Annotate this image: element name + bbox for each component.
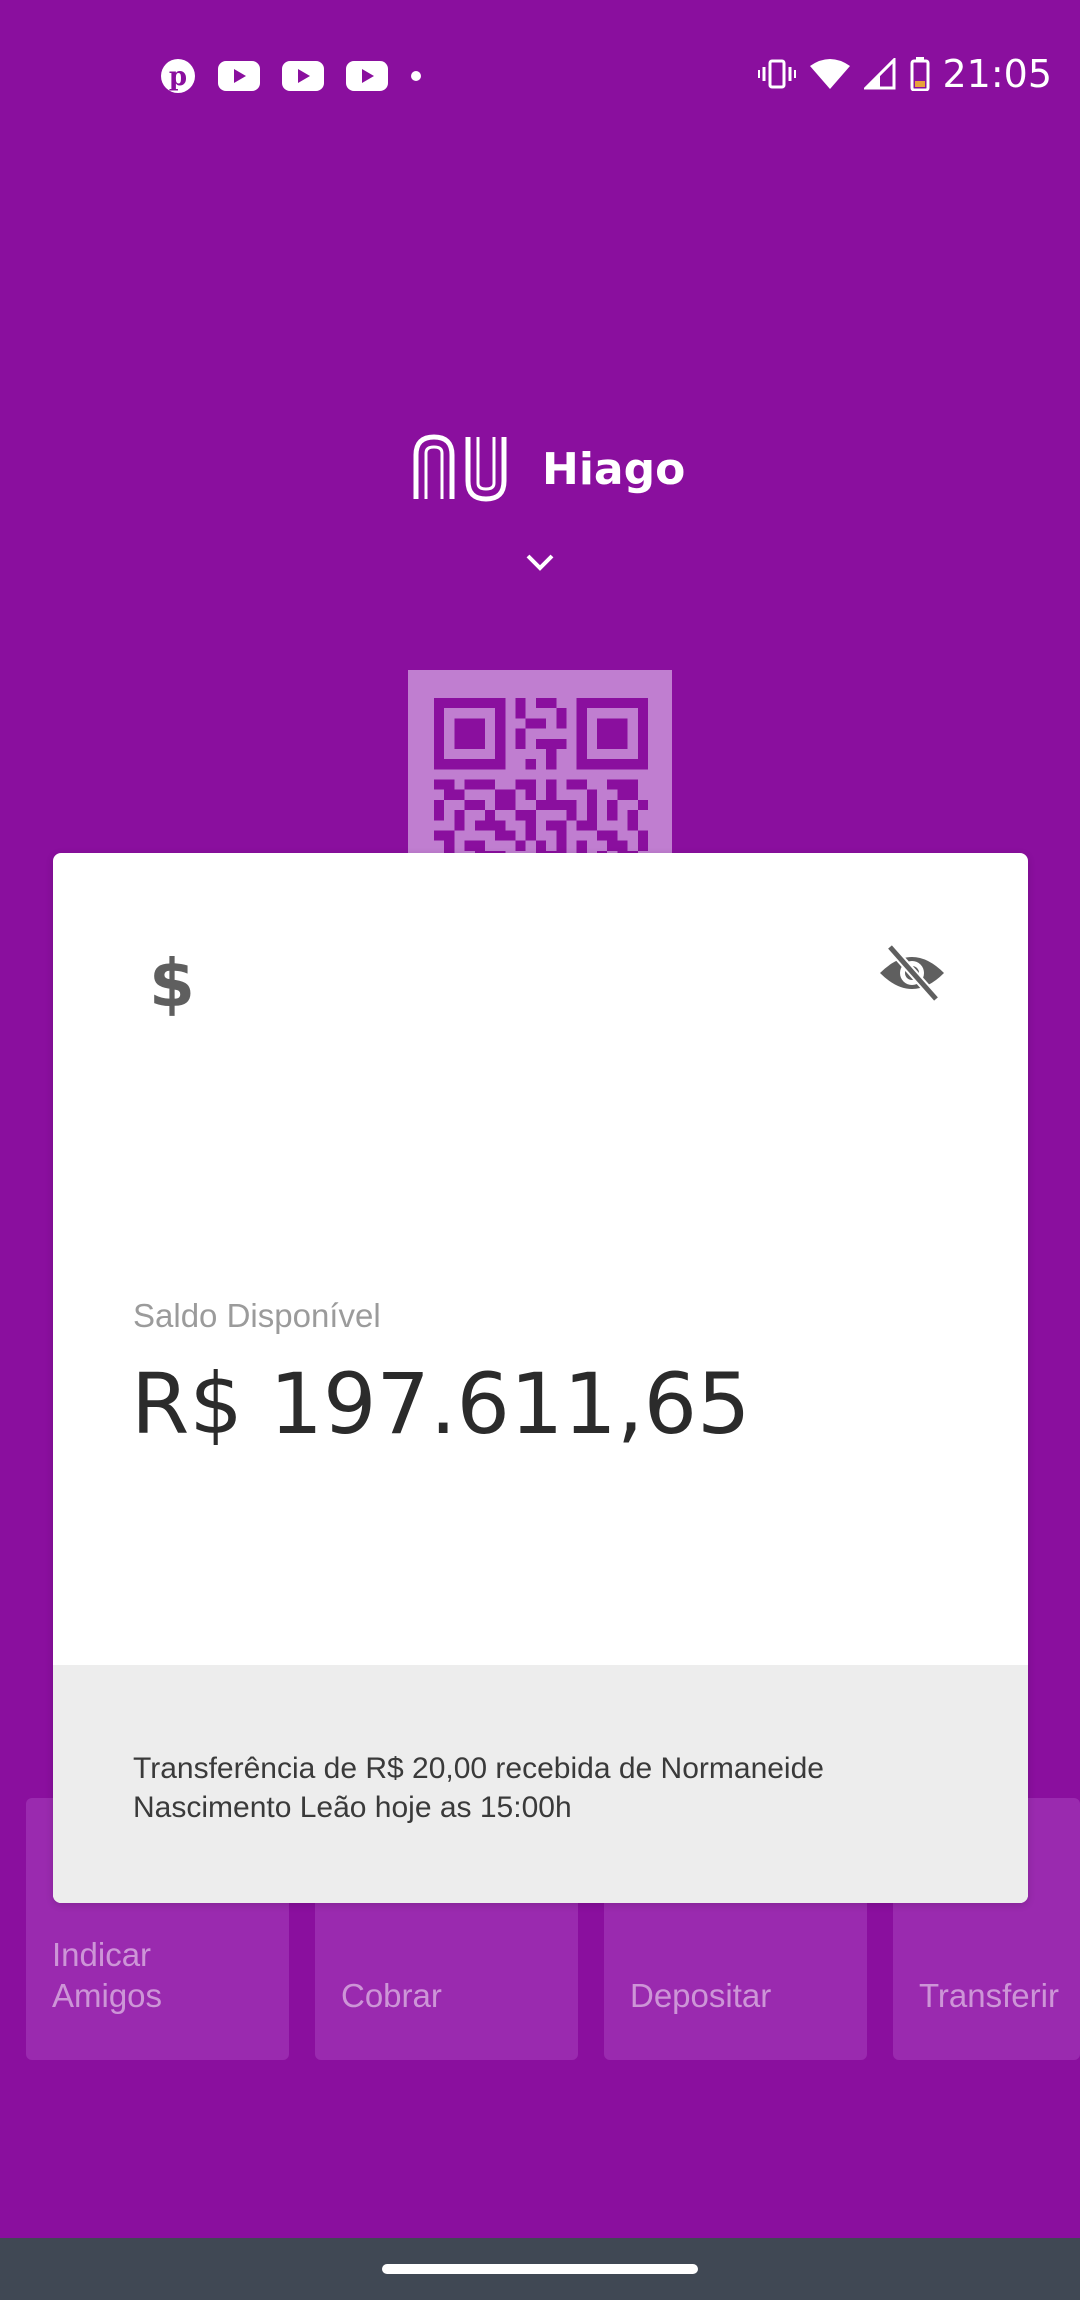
youtube-icon — [218, 61, 260, 91]
card-footer[interactable]: Transferência de R$ 20,00 recebida de No… — [53, 1665, 1028, 1903]
status-bar: p 21:05 — [0, 0, 1080, 160]
dot-icon — [410, 70, 422, 82]
signal-icon — [864, 58, 896, 90]
wifi-icon — [810, 58, 851, 90]
shortcut-label: Transferir — [919, 1977, 1059, 2014]
shortcut-label: Cobrar — [341, 1977, 442, 2014]
battery-icon — [910, 57, 930, 91]
account-header[interactable]: Hiago — [410, 425, 685, 514]
notification-icons: p — [160, 58, 444, 94]
shortcut-label: Depositar — [630, 1977, 772, 2014]
balance-label: Saldo Disponível — [133, 1297, 381, 1334]
youtube-icon — [282, 61, 324, 91]
eye-off-icon[interactable] — [876, 943, 948, 1008]
user-name: Hiago — [542, 444, 686, 495]
last-transaction-message: Transferência de R$ 20,00 recebida de No… — [133, 1752, 824, 1824]
shortcut-label: Indicar Amigos — [52, 1936, 163, 2014]
svg-text:p: p — [169, 62, 187, 92]
chevron-down-icon[interactable] — [522, 550, 558, 579]
clock: 21:05 — [942, 52, 1052, 96]
youtube-icon — [346, 61, 388, 91]
system-icons: 21:05 — [744, 52, 1052, 96]
nubank-logo-icon — [410, 425, 520, 514]
balance-value: R$ 197.611,65 — [131, 1355, 751, 1453]
home-indicator[interactable] — [382, 2264, 698, 2274]
vibrate-icon — [758, 58, 797, 90]
dollar-icon: $ — [149, 945, 195, 1022]
navigation-bar — [0, 2238, 1080, 2300]
qr-code[interactable] — [408, 670, 672, 870]
balance-card[interactable]: $ Saldo Disponível R$ 197.611,65 Transfe… — [53, 853, 1028, 1903]
pinterest-icon: p — [160, 58, 196, 94]
